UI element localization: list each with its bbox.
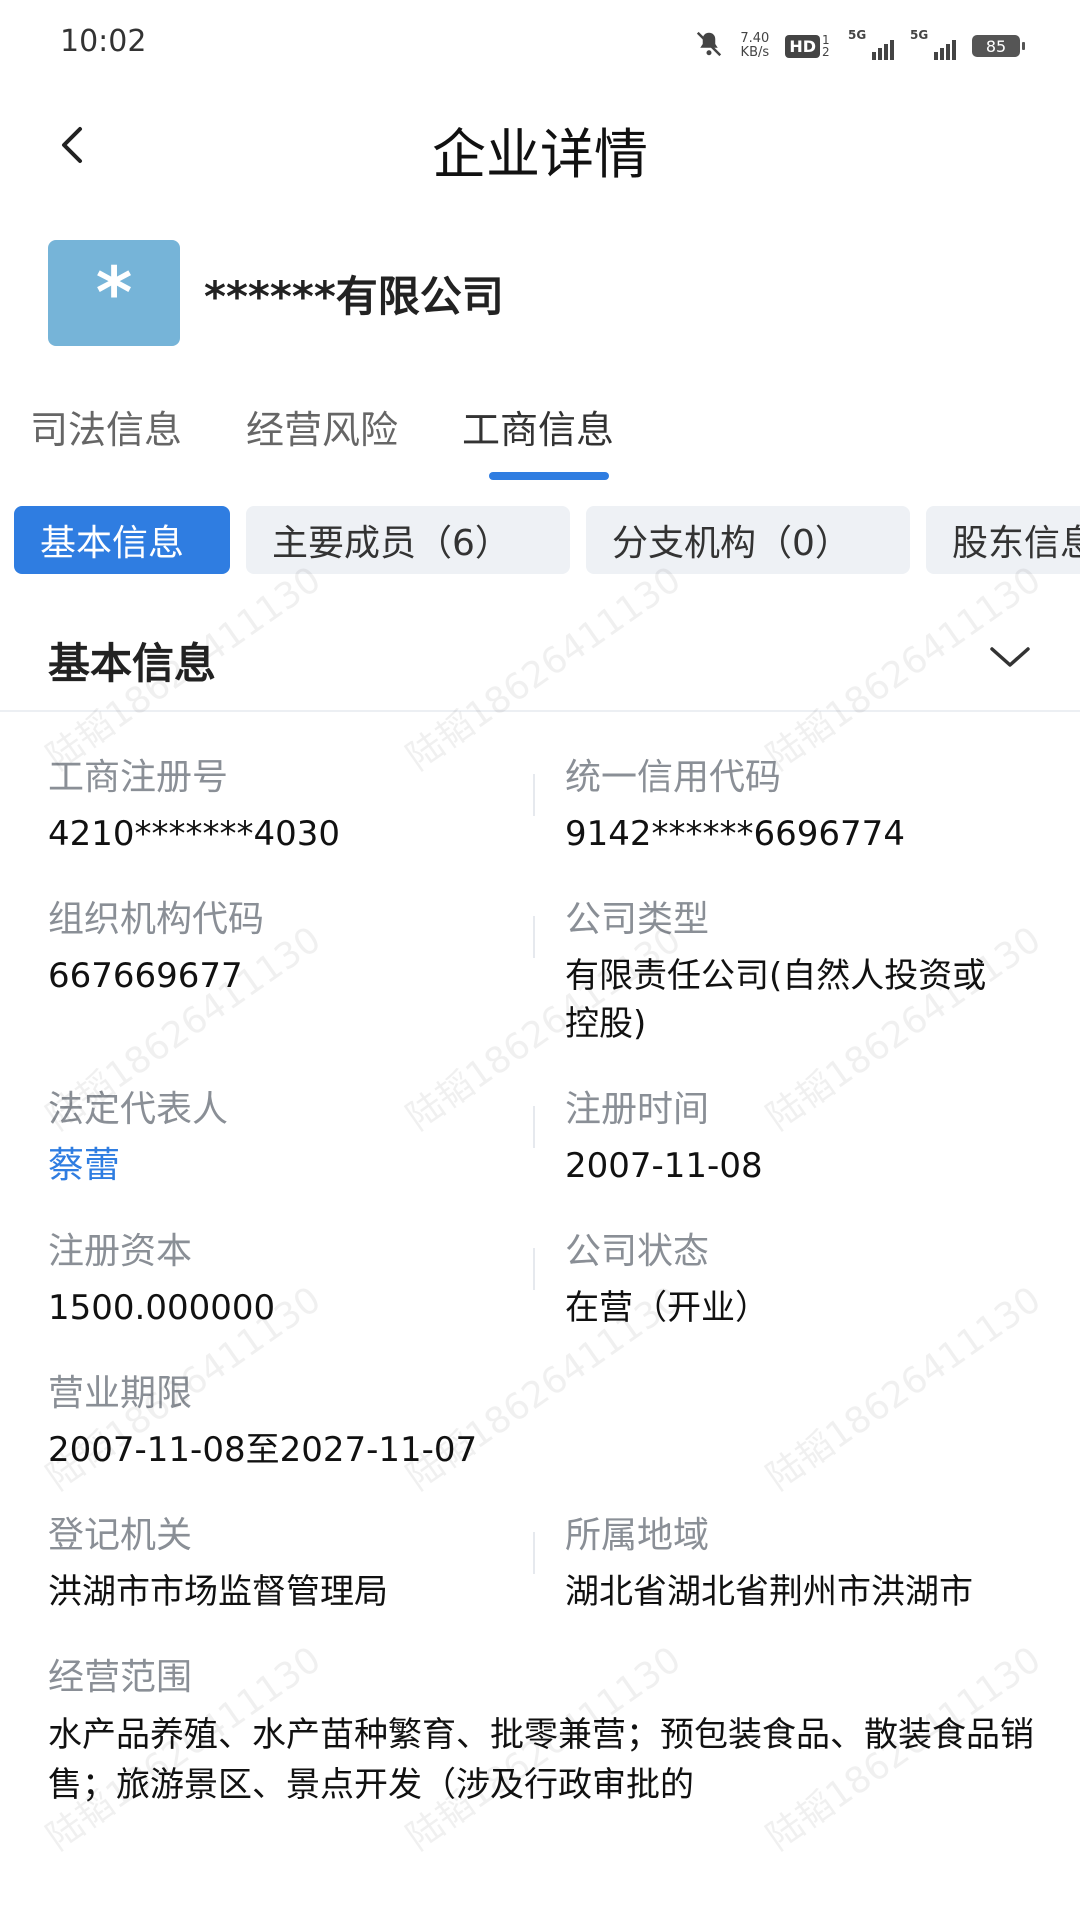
field-value: 2007-11-08至2027-11-07 (48, 1430, 478, 1470)
field-legal-rep: 法定代表人 蔡蕾 (48, 1082, 531, 1190)
field-label: 公司状态 (565, 1231, 710, 1272)
battery-icon: 85 (972, 35, 1025, 57)
tab-bar: 司法信息 经营风险 工商信息 (30, 400, 614, 480)
field-reg-no: 工商注册号 4210*******4030 (48, 750, 531, 858)
status-icons: 7.40 KB/s HD 1 2 5G 5G 85 (694, 26, 1025, 66)
net-speed-value: 7.40 (740, 31, 770, 46)
field-value: 有限责任公司(自然人投资或控股) (565, 956, 987, 1044)
net-speed: 7.40 KB/s (740, 32, 769, 60)
field-label: 注册资本 (48, 1231, 193, 1272)
tab-business-risk[interactable]: 经营风险 (246, 400, 398, 480)
field-value: 水产品养殖、水产苗种繁育、批零兼营；预包装食品、散装食品销售；旅游景区、景点开发… (48, 1715, 1034, 1805)
field-label: 营业期限 (48, 1373, 193, 1414)
field-capital: 注册资本 1500.000000 (48, 1224, 531, 1332)
field-row: 组织机构代码 667669677 公司类型 有限责任公司(自然人投资或控股) (48, 892, 1048, 1048)
net-speed-unit: KB/s (740, 45, 770, 60)
basic-info-fields: 工商注册号 4210*******4030 统一信用代码 9142******6… (48, 750, 1048, 1810)
status-time: 10:02 (60, 24, 147, 59)
section-divider (0, 710, 1080, 712)
field-label: 公司类型 (565, 899, 710, 940)
status-bar: 10:02 7.40 KB/s HD 1 2 5G 5G 85 (0, 0, 1080, 90)
company-header: * ******有限公司 (48, 240, 504, 346)
field-row: 工商注册号 4210*******4030 统一信用代码 9142******6… (48, 750, 1048, 858)
chip-shareholders[interactable]: 股东信息 (926, 506, 1080, 574)
field-credit-code: 统一信用代码 9142******6696774 (531, 750, 1048, 858)
header: 企业详情 (0, 90, 1080, 200)
field-value: 9142******6696774 (565, 814, 905, 854)
field-label: 所属地域 (565, 1515, 710, 1556)
field-label: 组织机构代码 (48, 899, 265, 940)
field-authority: 登记机关 洪湖市市场监督管理局 (48, 1508, 531, 1616)
signal-1-icon: 5G (848, 28, 894, 60)
field-row: 登记机关 洪湖市市场监督管理局 所属地域 湖北省湖北省荆州市洪湖市 (48, 1508, 1048, 1616)
section-header[interactable]: 基本信息 (48, 620, 1032, 700)
hd-badge: HD (785, 34, 820, 58)
field-value: 2007-11-08 (565, 1146, 763, 1186)
field-label: 工商注册号 (48, 757, 229, 798)
field-label: 登记机关 (48, 1515, 193, 1556)
mute-bell-icon (694, 29, 724, 63)
tab-judicial[interactable]: 司法信息 (30, 400, 182, 480)
field-scope: 经营范围 水产品养殖、水产苗种繁育、批零兼营；预包装食品、散装食品销售；旅游景区… (48, 1650, 1078, 1810)
signal-2-icon: 5G (910, 28, 956, 60)
page: 10:02 7.40 KB/s HD 1 2 5G 5G 85 企业详情 * *… (0, 0, 1080, 1920)
field-label: 注册时间 (565, 1089, 710, 1130)
field-label: 经营范围 (48, 1657, 193, 1698)
signal-1-label: 5G (848, 28, 867, 42)
chevron-down-icon[interactable] (988, 643, 1032, 677)
sub-tab-chips: 基本信息 主要成员（6） 分支机构（0） 股东信息 (14, 506, 1080, 574)
field-label: 法定代表人 (48, 1089, 229, 1130)
field-status: 公司状态 在营（开业） (531, 1224, 1048, 1332)
field-row: 法定代表人 蔡蕾 注册时间 2007-11-08 (48, 1082, 1048, 1190)
field-label: 统一信用代码 (565, 757, 782, 798)
field-reg-date: 注册时间 2007-11-08 (531, 1082, 1048, 1190)
field-region: 所属地域 湖北省湖北省荆州市洪湖市 (531, 1508, 1048, 1616)
field-term: 营业期限 2007-11-08至2027-11-07 (48, 1366, 1048, 1474)
company-name: ******有限公司 (204, 271, 504, 321)
field-company-type: 公司类型 有限责任公司(自然人投资或控股) (531, 892, 1048, 1048)
field-value: 在营（开业） (565, 1288, 769, 1328)
field-value: 洪湖市市场监督管理局 (48, 1572, 388, 1612)
field-row: 注册资本 1500.000000 公司状态 在营（开业） (48, 1224, 1048, 1332)
field-row: 营业期限 2007-11-08至2027-11-07 (48, 1366, 1048, 1474)
chip-basic-info[interactable]: 基本信息 (14, 506, 230, 574)
hd-icon: HD 1 2 (785, 34, 832, 58)
field-value: 湖北省湖北省荆州市洪湖市 (565, 1572, 973, 1612)
page-title: 企业详情 (432, 123, 648, 186)
section-title: 基本信息 (48, 638, 217, 688)
field-value: 667669677 (48, 956, 243, 996)
field-value: 1500.000000 (48, 1288, 276, 1328)
chip-branches[interactable]: 分支机构（0） (586, 506, 910, 574)
hd-sub: 1 2 (822, 33, 830, 59)
chip-key-members[interactable]: 主要成员（6） (246, 506, 570, 574)
signal-2-label: 5G (910, 28, 929, 42)
company-logo: * (48, 240, 180, 346)
field-row: 经营范围 水产品养殖、水产苗种繁育、批零兼营；预包装食品、散装食品销售；旅游景区… (48, 1650, 1048, 1810)
field-org-code: 组织机构代码 667669677 (48, 892, 531, 1048)
legal-rep-link[interactable]: 蔡蕾 (48, 1142, 501, 1190)
tab-business-info[interactable]: 工商信息 (462, 400, 614, 480)
field-value: 4210*******4030 (48, 814, 341, 854)
